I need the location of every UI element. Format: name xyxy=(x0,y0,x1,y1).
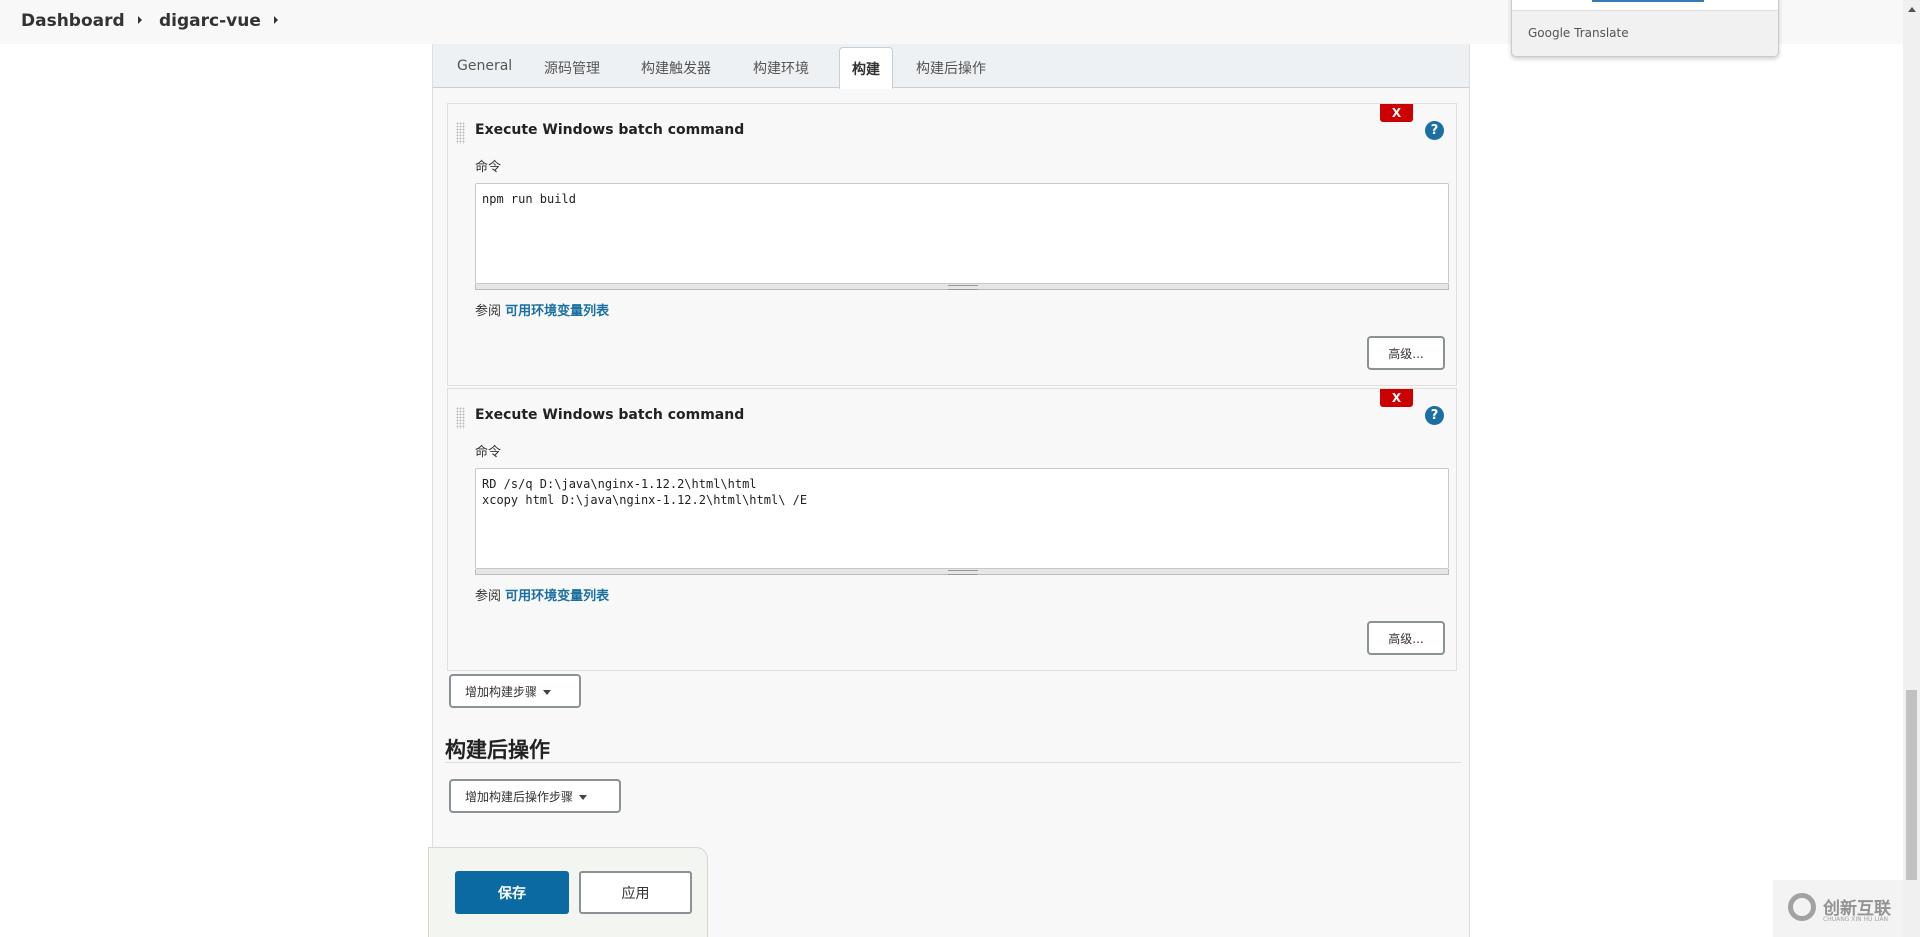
watermark: 创新互联 CHUANG XIN HU LIAN xyxy=(1773,880,1903,937)
translate-active-indicator xyxy=(1592,0,1704,2)
command-label: 命令 xyxy=(475,160,502,175)
textarea-resize-grip[interactable] xyxy=(475,284,1449,290)
config-panel: General 源码管理 构建触发器 构建环境 构建 构建后操作 Execute… xyxy=(432,44,1470,937)
textarea-resize-grip[interactable] xyxy=(475,569,1449,575)
caret-down-icon xyxy=(543,689,552,695)
watermark-logo-icon xyxy=(1788,893,1816,921)
form-footer: 保存 应用 xyxy=(428,847,708,937)
advanced-button[interactable]: 高级... xyxy=(1367,621,1445,655)
scroll-up-arrow-icon[interactable] xyxy=(1908,7,1916,12)
post-build-heading: 构建后操作 xyxy=(445,738,550,762)
help-icon[interactable]: ? xyxy=(1425,406,1444,425)
delete-step-button[interactable]: X xyxy=(1380,389,1413,407)
tab-triggers[interactable]: 构建触发器 xyxy=(641,58,711,78)
command-textarea[interactable]: RD /s/q D:\java\nginx-1.12.2\html\html x… xyxy=(475,468,1449,569)
drag-handle-icon[interactable] xyxy=(456,122,465,144)
advanced-button[interactable]: 高级... xyxy=(1367,336,1445,370)
add-build-step-label: 增加构建步骤 xyxy=(465,684,538,699)
add-post-build-step-button[interactable]: 增加构建后操作步骤 xyxy=(449,779,621,813)
drag-handle-icon[interactable] xyxy=(456,407,465,429)
see-label: 参阅 xyxy=(475,304,502,319)
scrollbar-thumb[interactable] xyxy=(1906,690,1917,880)
tab-post-build[interactable]: 构建后操作 xyxy=(916,58,986,78)
breadcrumb-arrow-icon[interactable] xyxy=(274,16,278,24)
see-label: 参阅 xyxy=(475,589,502,604)
tab-environment[interactable]: 构建环境 xyxy=(753,58,809,78)
step-title: Execute Windows batch command xyxy=(475,122,745,138)
save-button[interactable]: 保存 xyxy=(455,871,569,914)
google-translate-popup: Google Translate xyxy=(1511,0,1779,57)
delete-step-button[interactable]: X xyxy=(1380,104,1413,122)
tab-bar: General 源码管理 构建触发器 构建环境 构建 构建后操作 xyxy=(433,44,1469,89)
tab-build[interactable]: 构建 xyxy=(839,47,893,89)
tab-general[interactable]: General xyxy=(457,58,512,74)
add-build-step-button[interactable]: 增加构建步骤 xyxy=(449,674,581,708)
tab-scm[interactable]: 源码管理 xyxy=(544,58,600,78)
build-step-1: Execute Windows batch command X ? 命令 npm… xyxy=(447,103,1457,386)
google-translate-label: Google Translate xyxy=(1528,26,1629,40)
step-title: Execute Windows batch command xyxy=(475,407,745,423)
command-label: 命令 xyxy=(475,445,502,460)
build-step-2: Execute Windows batch command X ? 命令 RD … xyxy=(447,388,1457,671)
divider xyxy=(445,762,1461,763)
vertical-scrollbar[interactable] xyxy=(1903,0,1920,937)
breadcrumb-project[interactable]: digarc-vue xyxy=(159,11,261,31)
apply-button[interactable]: 应用 xyxy=(579,871,692,914)
breadcrumb-dashboard[interactable]: Dashboard xyxy=(21,11,125,31)
help-icon[interactable]: ? xyxy=(1425,121,1444,140)
env-vars-hint: 参阅 可用环境变量列表 xyxy=(475,585,609,604)
add-post-build-step-label: 增加构建后操作步骤 xyxy=(465,789,574,804)
env-vars-hint: 参阅 可用环境变量列表 xyxy=(475,300,609,319)
watermark-subtitle: CHUANG XIN HU LIAN xyxy=(1823,916,1889,923)
env-vars-link[interactable]: 可用环境变量列表 xyxy=(505,589,609,604)
caret-down-icon xyxy=(579,794,588,800)
env-vars-link[interactable]: 可用环境变量列表 xyxy=(505,304,609,319)
breadcrumb-arrow-icon[interactable] xyxy=(138,16,142,24)
command-textarea[interactable]: npm run build xyxy=(475,183,1449,284)
